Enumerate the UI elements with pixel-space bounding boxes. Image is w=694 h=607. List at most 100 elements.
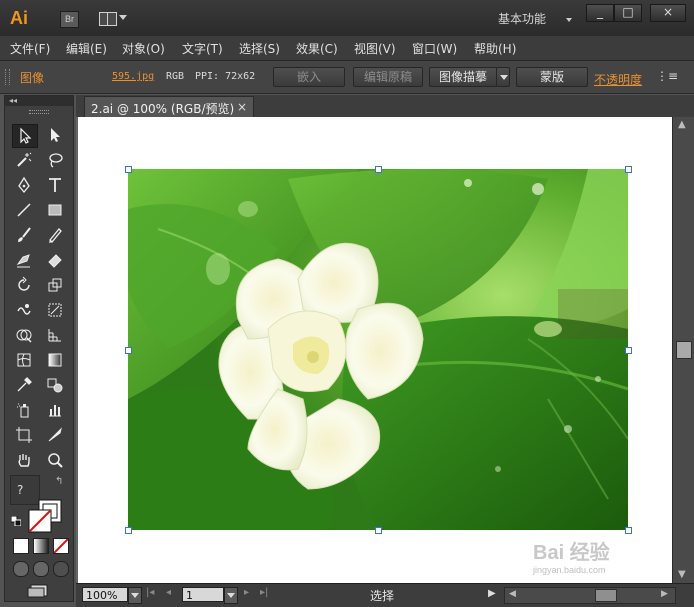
menu-object[interactable]: 对象(O) <box>122 40 165 57</box>
selection-handle[interactable] <box>625 347 632 354</box>
selection-handle[interactable] <box>125 347 132 354</box>
menu-window[interactable]: 窗口(W) <box>412 40 457 57</box>
lasso-tool[interactable] <box>43 149 67 171</box>
selection-tool[interactable] <box>12 124 38 148</box>
selection-handle[interactable] <box>125 527 132 534</box>
selection-handle[interactable] <box>625 527 632 534</box>
scrollbar-thumb[interactable] <box>676 341 692 359</box>
eyedropper-tool[interactable] <box>12 374 36 396</box>
none-mode-button[interactable] <box>53 538 69 554</box>
pencil-tool[interactable] <box>43 224 67 246</box>
artboard-tool[interactable] <box>12 424 36 446</box>
scroll-right-icon[interactable]: ▶ <box>661 589 668 599</box>
opacity-link[interactable]: 不透明度 <box>594 71 642 88</box>
artboard[interactable]: Bai 经验 jingyan.baidu.com <box>78 117 672 583</box>
image-trace-button[interactable]: 图像描摹 <box>429 67 497 87</box>
paintbrush-tool[interactable] <box>12 224 36 246</box>
warp-tool[interactable] <box>12 299 36 321</box>
scroll-up-icon[interactable]: ▲ <box>678 119 686 130</box>
baidu-watermark: Bai 经验 <box>533 540 610 564</box>
close-button[interactable]: × <box>650 4 686 22</box>
app-logo: Ai <box>10 8 28 28</box>
first-artboard-button[interactable]: |◂ <box>146 587 154 598</box>
panel-grip-icon[interactable] <box>5 69 10 85</box>
edit-original-button[interactable]: 编辑原稿 <box>353 67 423 87</box>
panel-grip-icon[interactable] <box>29 110 49 114</box>
draw-inside-button[interactable] <box>53 561 69 577</box>
gradient-tool[interactable] <box>43 349 67 371</box>
pen-tool[interactable] <box>12 174 36 196</box>
last-artboard-button[interactable]: ▸| <box>260 587 268 598</box>
type-tool[interactable] <box>43 174 67 196</box>
menu-edit[interactable]: 编辑(E) <box>66 40 107 57</box>
workspace-switcher[interactable]: 基本功能 <box>498 10 578 28</box>
column-graph-tool[interactable] <box>43 399 67 421</box>
placed-image-jasmine-flower[interactable] <box>128 169 628 530</box>
bridge-button[interactable]: Br <box>60 11 79 28</box>
linked-file-link[interactable]: 595.jpg <box>112 71 154 82</box>
artboard-number-field[interactable]: 1 <box>182 587 224 602</box>
tools-panel-header[interactable]: ◂◂ <box>5 96 73 106</box>
status-menu-icon[interactable]: ▶ <box>488 588 496 599</box>
arrange-documents-button[interactable] <box>98 10 128 28</box>
blob-brush-tool[interactable] <box>12 249 36 271</box>
embed-button[interactable]: 嵌入 <box>273 67 345 87</box>
shape-builder-tool[interactable] <box>12 324 36 346</box>
zoom-level-field[interactable]: 100% <box>82 587 128 602</box>
zoom-level-dropdown[interactable] <box>128 587 142 604</box>
color-mode-button[interactable] <box>13 538 29 554</box>
magic-wand-tool[interactable] <box>12 149 36 171</box>
symbol-sprayer-tool[interactable] <box>12 399 36 421</box>
menu-type[interactable]: 文字(T) <box>182 40 223 57</box>
draw-behind-button[interactable] <box>33 561 49 577</box>
scroll-down-icon[interactable]: ▼ <box>678 569 686 580</box>
free-transform-tool[interactable] <box>43 299 67 321</box>
mask-button[interactable]: 蒙版 <box>516 67 588 87</box>
swap-fill-stroke-icon[interactable]: ↰ <box>55 476 63 487</box>
next-artboard-button[interactable]: ▸ <box>244 587 249 598</box>
zoom-tool[interactable] <box>43 449 67 471</box>
screen-mode-icon[interactable] <box>27 584 53 598</box>
gradient-mode-button[interactable] <box>33 538 49 554</box>
selection-handle[interactable] <box>375 166 382 173</box>
default-colors-icon[interactable] <box>11 516 21 526</box>
collapse-icon[interactable]: ◂◂ <box>9 96 17 106</box>
selection-handle[interactable] <box>625 166 632 173</box>
perspective-grid-tool[interactable] <box>43 324 67 346</box>
document-tab[interactable]: 2.ai @ 100% (RGB/预览) × <box>84 96 254 118</box>
image-trace-dropdown[interactable] <box>496 67 510 87</box>
close-tab-icon[interactable]: × <box>237 100 247 114</box>
previous-artboard-button[interactable]: ◂ <box>166 587 171 598</box>
menu-file[interactable]: 文件(F) <box>10 40 50 57</box>
direct-selection-tool[interactable] <box>43 124 67 146</box>
artboard-number-dropdown[interactable] <box>224 587 238 604</box>
menu-view[interactable]: 视图(V) <box>354 40 396 57</box>
menu-help[interactable]: 帮助(H) <box>474 40 516 57</box>
panel-menu-icon[interactable]: ⋮≡ <box>656 69 678 83</box>
mesh-icon <box>17 353 31 367</box>
maximize-button[interactable]: □ <box>614 4 642 22</box>
hand-tool[interactable] <box>12 449 36 471</box>
blend-tool[interactable] <box>43 374 67 396</box>
scale-tool[interactable] <box>43 274 67 296</box>
mesh-tool[interactable] <box>12 349 36 371</box>
rotate-tool[interactable] <box>12 274 36 296</box>
title-bar: Ai Br 基本功能 _ □ × <box>0 0 694 37</box>
minimize-button[interactable]: _ <box>586 4 614 22</box>
selection-handle[interactable] <box>125 166 132 173</box>
slice-tool[interactable] <box>43 424 67 446</box>
vertical-scrollbar[interactable]: ▲ ▼ <box>672 117 694 583</box>
horizontal-scrollbar[interactable]: ◀ ▶ <box>504 587 676 604</box>
rectangle-tool[interactable] <box>43 199 67 221</box>
menu-select[interactable]: 选择(S) <box>239 40 280 57</box>
line-segment-tool[interactable] <box>12 199 36 221</box>
scroll-left-icon[interactable]: ◀ <box>509 589 516 599</box>
selection-handle[interactable] <box>375 527 382 534</box>
help-icon[interactable]: ? <box>17 483 23 497</box>
draw-normal-button[interactable] <box>13 561 29 577</box>
menu-effect[interactable]: 效果(C) <box>296 40 338 57</box>
canvas[interactable]: Bai 经验 jingyan.baidu.com <box>76 117 672 583</box>
scrollbar-thumb[interactable] <box>595 589 617 602</box>
fill-stroke-swatch[interactable] <box>27 498 65 534</box>
eraser-tool[interactable] <box>43 249 67 271</box>
